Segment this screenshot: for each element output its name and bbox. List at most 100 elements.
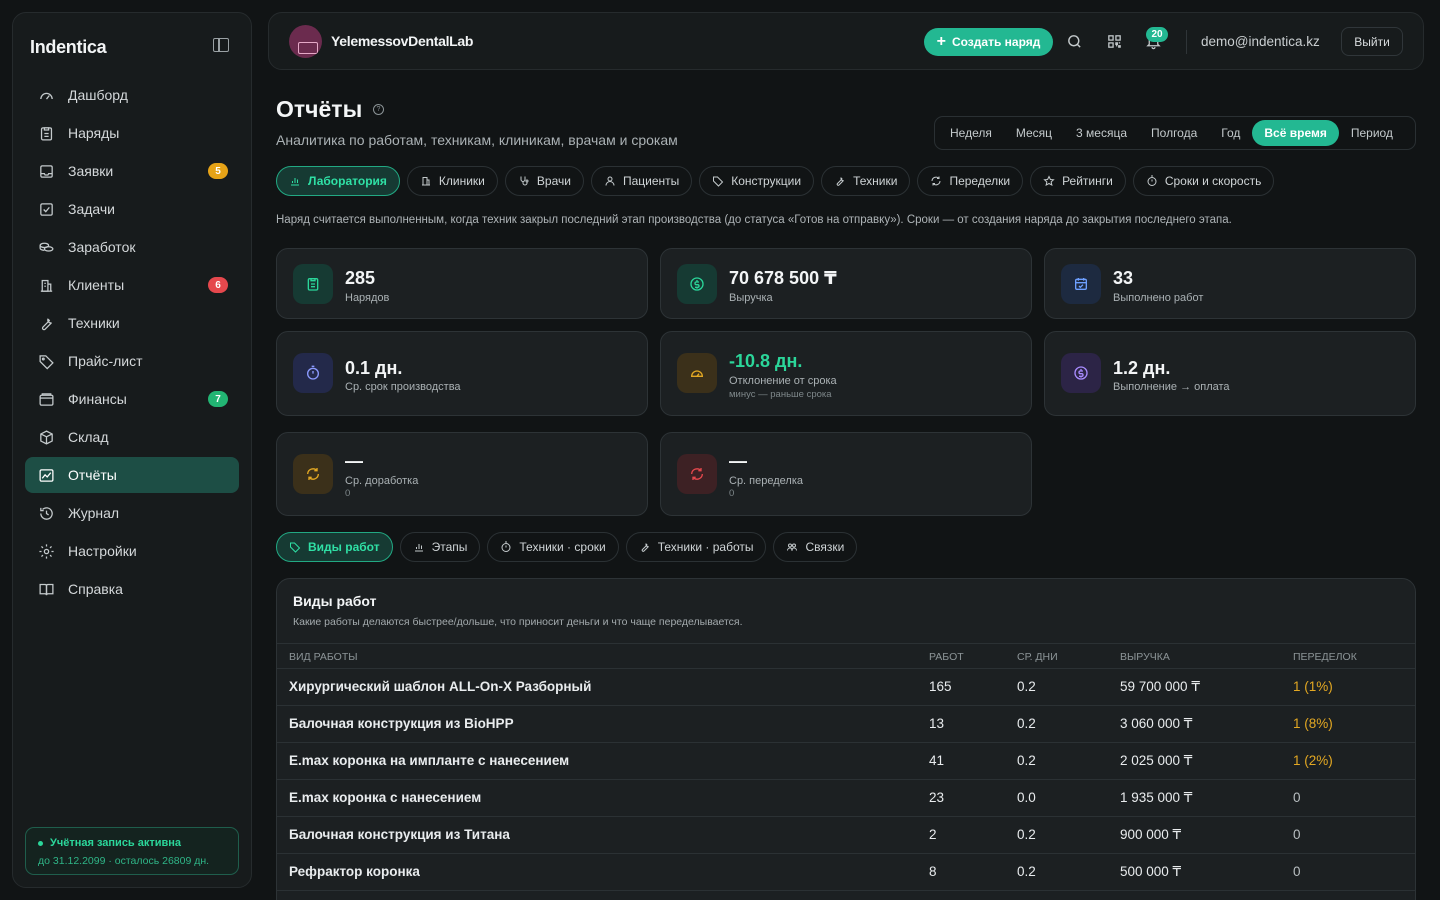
history-icon	[40, 506, 53, 520]
report-tabs: Лаборатория Клиники Врачи Пациенты Конст…	[276, 166, 1281, 196]
sidebar-item-finance[interactable]: Финансы 7	[25, 381, 239, 417]
sidebar-item-journal[interactable]: Журнал	[25, 495, 239, 531]
tab-ratings[interactable]: Рейтинги	[1030, 166, 1126, 196]
period-week[interactable]: Неделя	[938, 120, 1004, 146]
table-row[interactable]: Рефрактор коронка 8 0.2 500 000 ₸ 0	[277, 854, 1415, 891]
notification-badge: 20	[1146, 27, 1168, 42]
bar-chart-icon	[414, 544, 423, 552]
revenue: 3 060 000 ₸	[1120, 716, 1193, 731]
kpi-value: 33	[1113, 268, 1134, 288]
users-icon	[787, 543, 798, 551]
sidebar-item-tasks[interactable]: Задачи	[25, 191, 239, 227]
sidebar-item-warehouse[interactable]: Склад	[25, 419, 239, 455]
column-header[interactable]: ВИД РАБОТЫ	[289, 651, 358, 663]
sidebar-item-label: Заработок	[68, 239, 136, 255]
tab-clinics[interactable]: Клиники	[406, 166, 498, 196]
kpi-label: Нарядов	[345, 292, 390, 304]
tab-redo[interactable]: Переделки	[917, 166, 1024, 196]
stethoscope-icon	[520, 176, 529, 186]
sidebar-item-help[interactable]: Справка	[25, 571, 239, 607]
search-icon[interactable]	[1066, 33, 1083, 50]
org-avatar[interactable]	[289, 25, 322, 58]
sidebar-item-requests[interactable]: Заявки 5	[25, 153, 239, 189]
analysis-subtabs: Виды работ Этапы Техники · сроки Техники…	[276, 532, 864, 562]
kpi-hint: 0	[345, 488, 351, 499]
table-row[interactable]: Балочная конструкция из Титана 2 0.2 900…	[277, 817, 1415, 854]
sidebar-item-clients[interactable]: Клиенты 6	[25, 267, 239, 303]
table-header: ВИД РАБОТЫ РАБОТ СР. ДНИ ВЫРУЧКА ПЕРЕДЕЛ…	[277, 643, 1415, 669]
column-header[interactable]: ПЕРЕДЕЛОК	[1293, 651, 1357, 663]
redo-count: 1 (8%)	[1293, 716, 1333, 731]
column-header[interactable]: РАБОТ	[929, 651, 964, 663]
work-type-name: Хирургический шаблон ALL-On-X Разборный	[289, 679, 592, 694]
period-year[interactable]: Год	[1209, 120, 1252, 146]
help-icon[interactable]: ?	[373, 104, 384, 115]
period-half-year[interactable]: Полгода	[1139, 120, 1209, 146]
sidebar-item-label: Финансы	[68, 391, 127, 407]
sidebar-item-reports[interactable]: Отчёты	[25, 457, 239, 493]
sidebar-toggle-icon[interactable]	[213, 38, 229, 52]
top-header: YelemessovDentalLab + Создать наряд 20 de…	[268, 12, 1424, 70]
period-month[interactable]: Месяц	[1004, 120, 1064, 146]
column-header[interactable]: СР. ДНИ	[1017, 651, 1058, 663]
tab-patients[interactable]: Пациенты	[590, 166, 693, 196]
clipboard-icon	[40, 126, 53, 141]
sidebar-item-dashboard[interactable]: Дашборд	[25, 77, 239, 113]
org-name[interactable]: YelemessovDentalLab	[331, 33, 473, 49]
subtab-links[interactable]: Связки	[773, 532, 858, 562]
table-row[interactable]: E.max коронка с нанесением 23 0.0 1 935 …	[277, 780, 1415, 817]
period-custom[interactable]: Период	[1339, 120, 1405, 146]
sidebar-item-pricelist[interactable]: Прайс-лист	[25, 343, 239, 379]
kpi-orders: 285 Нарядов	[276, 248, 648, 319]
table-row[interactable]: E.max коронка на импланте с нанесением 4…	[277, 743, 1415, 780]
table-row[interactable]: Хирургический шаблон ALL-On-X Разборный …	[277, 669, 1415, 706]
column-header[interactable]: ВЫРУЧКА	[1120, 651, 1170, 663]
work-type-name: Балочная конструкция из Титана	[289, 827, 510, 842]
sidebar-item-settings[interactable]: Настройки	[25, 533, 239, 569]
revenue: 2 025 000 ₸	[1120, 753, 1193, 768]
inbox-icon	[40, 164, 53, 178]
tab-speed[interactable]: Сроки и скорость	[1132, 166, 1275, 196]
tab-constructions[interactable]: Конструкции	[699, 166, 815, 196]
redo-count: 1 (2%)	[1293, 753, 1333, 768]
divider	[1186, 30, 1187, 54]
stopwatch-icon	[1147, 175, 1157, 186]
kpi-value: —	[729, 451, 747, 471]
dollar-coin-icon	[1061, 353, 1101, 393]
avg-days: 0.2	[1017, 716, 1036, 731]
kpi-label: Выручка	[729, 292, 773, 304]
work-type-name: E.max коронка на импланте с нанесением	[289, 753, 570, 768]
subtab-tech-works[interactable]: Техники · работы	[625, 532, 767, 562]
account-status-title: Учётная запись активна	[50, 837, 182, 849]
sidebar-item-label: Журнал	[68, 505, 120, 521]
sidebar-item-orders[interactable]: Наряды	[25, 115, 239, 151]
page-title: Отчёты	[276, 96, 363, 122]
create-order-button[interactable]: + Создать наряд	[924, 28, 1053, 56]
subtab-tech-timing[interactable]: Техники · сроки	[487, 532, 619, 562]
kpi-hint: 0	[729, 488, 735, 499]
sidebar-item-label: Наряды	[68, 125, 120, 141]
subtab-work-types[interactable]: Виды работ	[276, 532, 393, 562]
kpi-value: -10.8 дн.	[729, 351, 803, 371]
tab-laboratory[interactable]: Лаборатория	[276, 166, 400, 196]
tab-technicians[interactable]: Техники	[821, 166, 911, 196]
avg-days: 0.2	[1017, 679, 1036, 694]
logout-button[interactable]: Выйти	[1341, 27, 1403, 56]
period-all-time[interactable]: Всё время	[1252, 120, 1339, 146]
qr-code-icon[interactable]	[1106, 33, 1123, 50]
work-count: 23	[929, 790, 945, 805]
redo-count: 0	[1293, 790, 1301, 805]
subtab-stages[interactable]: Этапы	[399, 532, 481, 562]
table-row[interactable]: Балочная конструкция из BioHPP 13 0.2 3 …	[277, 706, 1415, 743]
period-3-months[interactable]: 3 месяца	[1064, 120, 1139, 146]
sidebar-item-earnings[interactable]: Заработок	[25, 229, 239, 265]
kpi-payment: 1.2 дн. Выполнение → оплата	[1044, 331, 1416, 416]
sidebar-item-label: Склад	[68, 429, 109, 445]
building-icon	[421, 177, 430, 186]
gauge-icon	[40, 92, 53, 99]
calendar-check-icon	[1061, 264, 1101, 304]
sidebar-item-technicians[interactable]: Техники	[25, 305, 239, 341]
wrench-icon	[836, 177, 844, 186]
tab-doctors[interactable]: Врачи	[504, 166, 584, 196]
building-icon	[40, 279, 53, 292]
